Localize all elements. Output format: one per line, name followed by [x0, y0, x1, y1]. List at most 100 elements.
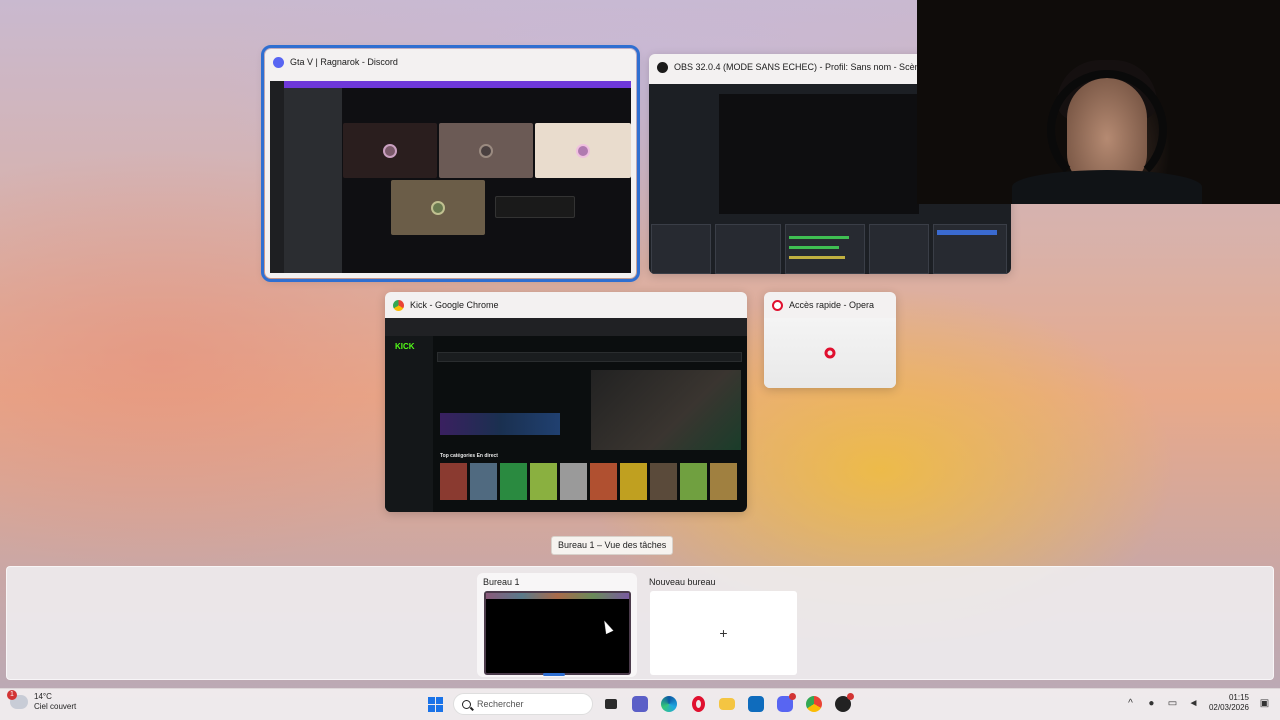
category-card — [440, 463, 467, 500]
avatar — [431, 200, 445, 215]
task-view-icon — [605, 699, 617, 709]
audio-mixer-dock — [785, 224, 865, 274]
category-card — [710, 463, 737, 500]
discord-icon — [273, 56, 284, 68]
discord-taskbar-button[interactable] — [774, 693, 796, 715]
notification-badge — [789, 693, 796, 700]
store-button[interactable] — [745, 693, 767, 715]
clock[interactable]: 01:15 02/03/2026 — [1209, 693, 1249, 713]
new-desktop-preview: + — [650, 591, 797, 675]
desktop-label: Nouveau bureau — [649, 577, 716, 587]
obs-icon — [657, 61, 668, 73]
category-card — [560, 463, 587, 500]
obs-taskbar-button[interactable] — [832, 693, 854, 715]
browser-toolbar — [385, 318, 747, 336]
microphone-icon[interactable]: ● — [1146, 698, 1157, 709]
start-streaming-button — [937, 230, 997, 235]
teams-icon — [632, 696, 648, 712]
avatar — [479, 143, 493, 158]
cookie-banner — [437, 352, 742, 362]
weather-text: 14°C Ciel couvert — [34, 692, 76, 712]
window-header: Kick - Google Chrome — [385, 292, 747, 318]
kick-logo: KICK — [395, 342, 415, 351]
taskbar-apps: Rechercher — [424, 693, 854, 715]
start-button[interactable] — [424, 693, 446, 715]
notification-badge: 1 — [7, 690, 17, 700]
window-preview: KICK Top catégories En direct — [385, 318, 747, 512]
audio-meter — [789, 256, 845, 259]
search-icon — [462, 699, 471, 709]
taskbar: 1 14°C Ciel couvert Rechercher ^ ● ▭ ◄ 0… — [0, 688, 1280, 720]
channel-list — [284, 81, 342, 273]
weather-condition: Ciel couvert — [34, 702, 77, 711]
popup — [495, 196, 575, 218]
video-tile — [343, 123, 437, 178]
notifications-icon[interactable]: ▣ — [1259, 698, 1270, 709]
audio-meter — [789, 236, 849, 239]
window-preview — [764, 318, 896, 388]
edge-button[interactable] — [658, 693, 680, 715]
temperature: 14°C — [34, 692, 52, 701]
avatar — [383, 143, 397, 158]
video-tile — [391, 180, 485, 235]
teams-button[interactable] — [629, 693, 651, 715]
scenes-dock — [651, 224, 711, 274]
windows-logo-icon — [427, 696, 443, 712]
sources-dock — [715, 224, 781, 274]
window-title: Gta V | Ragnarok - Discord — [290, 57, 398, 67]
edge-icon — [661, 696, 677, 712]
virtual-desktops-strip: Bureau 1 Nouveau bureau + — [6, 566, 1274, 680]
video-tile — [535, 123, 631, 178]
window-thumbnail-opera[interactable]: Accès rapide - Opera — [764, 292, 896, 388]
opera-taskbar-button[interactable] — [687, 693, 709, 715]
webcam-person-shirt — [1012, 170, 1202, 204]
audio-meter — [789, 246, 839, 249]
cloud-icon: 1 — [7, 690, 28, 709]
new-desktop-button[interactable]: Nouveau bureau + — [643, 573, 803, 677]
recording-badge — [847, 693, 854, 700]
desktop-tooltip: Bureau 1 – Vue des tâches — [551, 536, 674, 555]
active-desktop-indicator — [543, 673, 565, 676]
time: 01:15 — [1228, 693, 1249, 702]
window-thumbnail-discord[interactable]: Gta V | Ragnarok - Discord — [261, 45, 640, 282]
task-view-button[interactable] — [600, 693, 622, 715]
chrome-icon — [393, 299, 404, 311]
opera-icon — [691, 696, 705, 712]
kick-sidebar — [385, 336, 433, 512]
opera-logo-icon — [824, 347, 836, 359]
window-title: Accès rapide - Opera — [789, 300, 875, 310]
avatar — [576, 143, 590, 158]
file-explorer-button[interactable] — [716, 693, 738, 715]
category-card — [680, 463, 707, 500]
top-bar — [284, 81, 631, 88]
window-thumbnail-chrome[interactable]: Kick - Google Chrome KICK Top catégories… — [385, 292, 747, 512]
search-input[interactable]: Rechercher — [453, 693, 593, 715]
network-icon[interactable]: ▭ — [1167, 698, 1178, 709]
weather-widget[interactable]: 1 14°C Ciel couvert — [7, 690, 76, 712]
plus-icon: + — [719, 625, 728, 641]
store-icon — [748, 696, 764, 712]
stream-carousel — [440, 413, 560, 435]
window-preview — [270, 81, 631, 273]
category-card — [590, 463, 617, 500]
desktop-label: Bureau 1 — [483, 577, 520, 587]
section-title: Top catégories En direct — [440, 453, 498, 459]
desktop-1[interactable]: Bureau 1 — [477, 573, 637, 677]
opera-icon — [772, 299, 783, 311]
window-title: Kick - Google Chrome — [410, 300, 499, 310]
featured-stream — [591, 370, 741, 450]
obs-preview — [719, 94, 919, 214]
category-card — [500, 463, 527, 500]
window-header: Gta V | Ragnarok - Discord — [265, 49, 636, 75]
category-card — [620, 463, 647, 500]
transitions-dock — [869, 224, 929, 274]
desktop-preview — [484, 591, 631, 675]
window-header: Accès rapide - Opera — [764, 292, 896, 318]
chevron-up-icon[interactable]: ^ — [1125, 698, 1136, 709]
chrome-taskbar-button[interactable] — [803, 693, 825, 715]
search-placeholder: Rechercher — [477, 699, 524, 709]
chrome-icon — [806, 696, 822, 712]
video-tile — [439, 123, 533, 178]
webcam-overlay — [917, 0, 1280, 204]
volume-icon[interactable]: ◄ — [1188, 698, 1199, 709]
